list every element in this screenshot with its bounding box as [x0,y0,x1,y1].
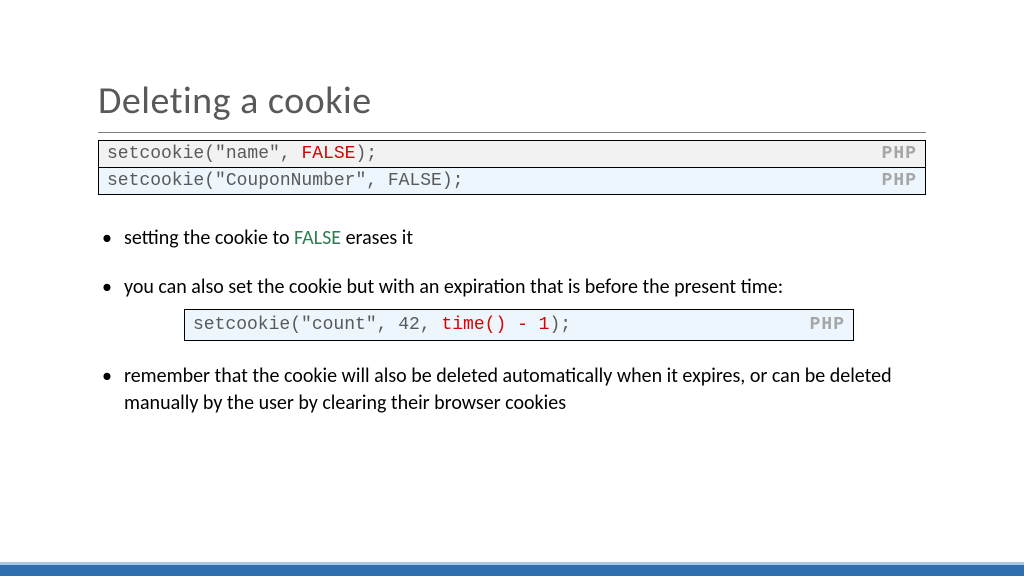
slide: Deleting a cookie setcookie("name", FALS… [0,0,1024,576]
bullet-text: you can also set the cookie but with an … [124,275,783,299]
code-block-inline: setcookie("count", 42, time() - 1); PHP [184,309,854,341]
code-keyword-false: FALSE [301,144,355,164]
bullet-text: setting the cookie to [124,226,294,250]
slide-title: Deleting a cookie [98,78,372,124]
slide-footer-bar [0,562,1024,576]
bullet-list: setting the cookie to FALSE erases it yo… [98,225,926,439]
code-line-3: setcookie("count", 42, time() - 1); [193,313,571,337]
code-line-2: setcookie("CouponNumber", FALSE); [107,171,463,191]
bullet-item-3: remember that the cookie will also be de… [98,363,926,417]
code-row-template: setcookie("name", FALSE); PHP [99,141,925,168]
title-divider [98,132,926,133]
inline-keyword-false: FALSE [294,226,341,250]
bullet-text: erases it [341,226,413,250]
bullet-item-1: setting the cookie to FALSE erases it [98,225,926,252]
bullet-item-2: you can also set the cookie but with an … [98,274,926,341]
code-text: ); [549,315,571,335]
language-badge: PHP [810,313,845,337]
code-keyword-time: time() - 1 [441,315,549,335]
code-text: ); [355,144,377,164]
code-block-main: setcookie("name", FALSE); PHP setcookie(… [98,140,926,195]
code-row-example: setcookie("CouponNumber", FALSE); PHP [99,168,925,194]
code-text: setcookie("name", [107,144,301,164]
code-line-1: setcookie("name", FALSE); [107,144,377,164]
code-text: setcookie("count", 42, [193,315,441,335]
bullet-text: remember that the cookie will also be de… [124,364,892,415]
language-badge: PHP [882,144,917,164]
language-badge: PHP [882,171,917,191]
